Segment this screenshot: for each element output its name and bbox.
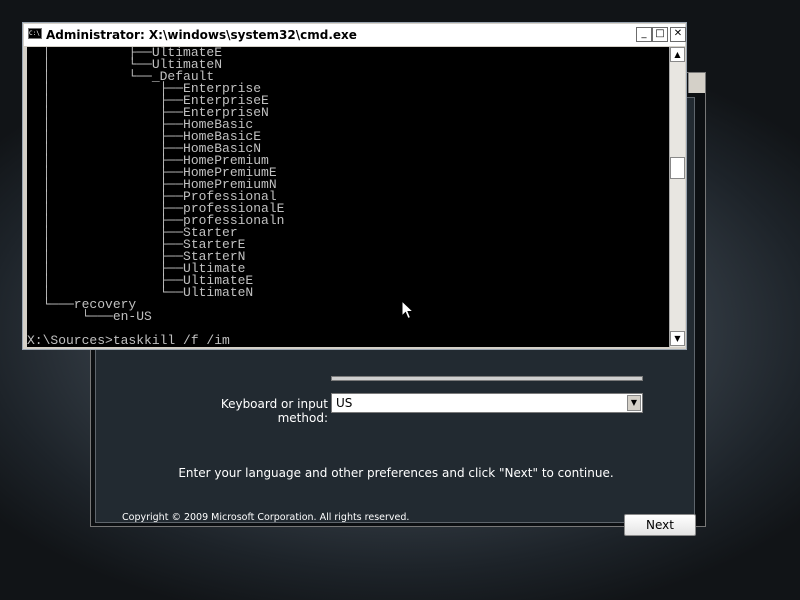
setup-instruction: Enter your language and other preference…	[178, 466, 614, 480]
console-icon[interactable]: C:\	[28, 28, 42, 39]
next-button[interactable]: Next	[624, 514, 696, 536]
keyboard-select[interactable]: US ▼	[331, 393, 643, 413]
minimize-button[interactable]: _	[636, 27, 652, 42]
console-scrollbar[interactable]: ▲ ▼	[669, 47, 685, 347]
maximize-button[interactable]: □	[652, 27, 668, 42]
console-line: └───en-US	[27, 309, 152, 324]
command-prompt-line[interactable]: X:\Sources>taskkill /f /im	[27, 334, 230, 347]
setup-window-edge	[688, 73, 705, 93]
mouse-pointer-icon	[401, 300, 415, 320]
keyboard-select-value: US	[336, 396, 353, 410]
scroll-down-icon[interactable]: ▼	[670, 331, 685, 346]
console-output[interactable]: │ ├──UltimateE │ └──UltimateN │ └──_Defa…	[27, 47, 669, 347]
chevron-down-icon[interactable]: ▼	[627, 395, 641, 411]
scrollbar-thumb[interactable]	[670, 157, 685, 179]
cmd-window: C:\ Administrator: X:\windows\system32\c…	[22, 22, 687, 350]
keyboard-label: Keyboard or input method:	[220, 397, 328, 425]
language-select-edge	[331, 376, 643, 381]
close-button[interactable]: ✕	[670, 27, 686, 42]
keyboard-row: Keyboard or input method: US ▼	[183, 393, 643, 425]
copyright-text: Copyright © 2009 Microsoft Corporation. …	[122, 512, 410, 523]
scroll-up-icon[interactable]: ▲	[670, 47, 685, 62]
cmd-title: Administrator: X:\windows\system32\cmd.e…	[46, 28, 357, 42]
cmd-titlebar[interactable]: C:\ Administrator: X:\windows\system32\c…	[24, 24, 686, 46]
console-lines: │ ├──UltimateE │ └──UltimateN │ └──_Defa…	[27, 47, 669, 323]
